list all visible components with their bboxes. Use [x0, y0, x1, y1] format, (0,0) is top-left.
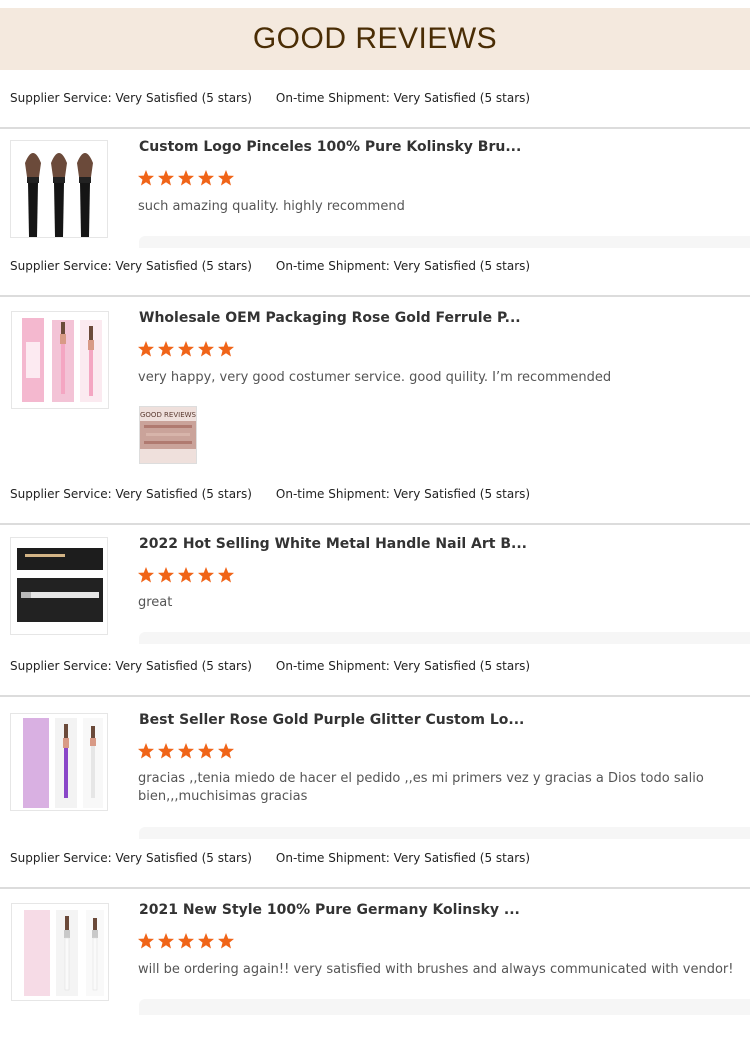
service-rating-row: Supplier Service: Very Satisfied (5 star… — [10, 259, 530, 273]
divider — [0, 523, 750, 525]
star-rating — [138, 340, 238, 360]
star-rating — [138, 932, 238, 952]
supplier-service-rating: Supplier Service: Very Satisfied (5 star… — [10, 487, 252, 501]
divider — [0, 695, 750, 697]
product-thumbnail[interactable] — [10, 140, 108, 238]
page-title: GOOD REVIEWS — [252, 22, 498, 55]
service-rating-row: Supplier Service: Very Satisfied (5 star… — [10, 851, 530, 865]
product-title-link[interactable]: 2022 Hot Selling White Metal Handle Nail… — [139, 536, 527, 552]
divider — [0, 127, 750, 129]
product-title-link[interactable]: Custom Logo Pinceles 100% Pure Kolinsky … — [139, 139, 521, 155]
review-comment: great — [138, 595, 173, 610]
review-comment: such amazing quality. highly recommend — [138, 199, 405, 214]
product-title-link[interactable]: 2021 New Style 100% Pure Germany Kolinsk… — [139, 902, 520, 918]
product-thumbnail[interactable] — [10, 537, 108, 635]
review-comment: will be ordering again!! very satisfied … — [138, 962, 734, 977]
product-title-link[interactable]: Best Seller Rose Gold Purple Glitter Cus… — [139, 712, 524, 728]
product-thumbnail[interactable] — [10, 713, 108, 811]
service-rating-row: Supplier Service: Very Satisfied (5 star… — [10, 91, 530, 105]
supplier-service-rating: Supplier Service: Very Satisfied (5 star… — [10, 259, 252, 273]
star-rating — [138, 742, 238, 762]
shipment-rating: On-time Shipment: Very Satisfied (5 star… — [275, 487, 531, 501]
review-footer-bar — [139, 827, 750, 839]
review-footer-bar — [139, 999, 750, 1015]
review-photo[interactable]: GOOD REVIEWS — [139, 406, 197, 464]
review-footer-bar — [139, 236, 750, 248]
reviews-header: GOOD REVIEWS — [0, 8, 750, 70]
product-thumbnail[interactable] — [11, 311, 109, 409]
divider — [0, 887, 750, 889]
star-rating — [138, 566, 238, 586]
shipment-rating: On-time Shipment: Very Satisfied (5 star… — [275, 259, 531, 273]
service-rating-row: Supplier Service: Very Satisfied (5 star… — [10, 659, 530, 673]
review-photo-label: GOOD REVIEWS — [140, 411, 196, 419]
review-comment: gracias ,,tenia miedo de hacer el pedido… — [138, 771, 704, 804]
supplier-service-rating: Supplier Service: Very Satisfied (5 star… — [10, 851, 252, 865]
product-title-link[interactable]: Wholesale OEM Packaging Rose Gold Ferrul… — [139, 310, 521, 326]
star-rating — [138, 169, 238, 189]
review-comment: very happy, very good costumer service. … — [138, 370, 612, 385]
supplier-service-rating: Supplier Service: Very Satisfied (5 star… — [10, 659, 252, 673]
shipment-rating: On-time Shipment: Very Satisfied (5 star… — [275, 851, 531, 865]
shipment-rating: On-time Shipment: Very Satisfied (5 star… — [275, 659, 531, 673]
shipment-rating: On-time Shipment: Very Satisfied (5 star… — [275, 91, 531, 105]
divider — [0, 295, 750, 297]
review-footer-bar — [139, 632, 750, 644]
service-rating-row: Supplier Service: Very Satisfied (5 star… — [10, 487, 530, 501]
supplier-service-rating: Supplier Service: Very Satisfied (5 star… — [10, 91, 252, 105]
product-thumbnail[interactable] — [11, 903, 109, 1001]
